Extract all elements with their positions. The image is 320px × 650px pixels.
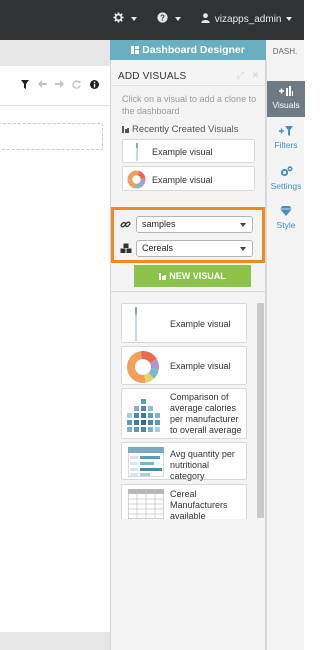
tab-filters[interactable]: Filters: [267, 126, 305, 150]
visual-card[interactable]: Example visual: [121, 303, 247, 343]
panel-controls: ⤢ ✕: [237, 70, 259, 81]
connection-select-value: samples: [142, 219, 176, 229]
svg-text:?: ?: [160, 13, 165, 22]
line-chart-thumbnail: [135, 307, 137, 341]
dash-label: DASH.: [272, 47, 298, 56]
recent-visual-card[interactable]: Example visual: [122, 166, 255, 191]
info-icon[interactable]: [90, 80, 99, 91]
panel-divider: [111, 85, 266, 86]
visual-card[interactable]: Comparison of average calories per manuf…: [121, 388, 247, 439]
donut-chart-thumbnail: [127, 170, 146, 189]
dashboard-drop-zone[interactable]: [0, 123, 103, 150]
caret-down-icon: [240, 247, 246, 251]
visual-label: Example visual: [152, 175, 213, 185]
plus-filter-icon: [267, 126, 305, 140]
refresh-icon[interactable]: [72, 80, 81, 91]
caret-down-icon: [240, 223, 246, 227]
recent-visual-card[interactable]: Example visual: [122, 139, 255, 163]
dataset-select-value: Cereals: [142, 243, 174, 253]
connection-row: samples: [120, 216, 260, 234]
side-tabs: Visuals Filters Settings Style: [266, 60, 305, 650]
canvas-top-strip: [0, 40, 110, 66]
bar-chart-icon: [159, 273, 167, 280]
dataset-row: Cereals: [120, 240, 260, 258]
visuals-scrollbar[interactable]: [257, 303, 264, 518]
visual-label: Avg quantity per nutritional category: [170, 449, 235, 481]
chevron-down-icon: [285, 17, 292, 22]
visual-label: Example visual: [170, 319, 231, 329]
user-icon: [201, 13, 213, 25]
designer-tab-label: Dashboard Designer: [142, 44, 245, 56]
filter-icon[interactable]: [21, 80, 29, 91]
line-chart-thumbnail: [136, 143, 138, 161]
panel-title: ADD VISUALS: [118, 71, 187, 82]
connection-select[interactable]: samples: [136, 216, 253, 233]
undo-icon[interactable]: [38, 80, 47, 90]
close-icon[interactable]: ✕: [251, 70, 259, 80]
username: vizapps_admin: [214, 14, 282, 25]
tab-visuals[interactable]: Visuals: [267, 81, 305, 117]
top-navbar: ? vizapps_admin: [0, 0, 304, 40]
grid-table-thumbnail: [128, 489, 164, 519]
visuals-list-divider: [111, 291, 265, 292]
dashboard-icon: [131, 46, 140, 54]
user-menu[interactable]: vizapps_admin: [201, 0, 292, 40]
plus-bar-icon: [267, 86, 305, 100]
dataset-select[interactable]: Cereals: [136, 240, 253, 257]
visual-card[interactable]: Avg quantity per nutritional category: [121, 442, 247, 481]
gears-icon: [267, 166, 305, 181]
visual-label: Example visual: [152, 147, 213, 157]
diamond-icon: [267, 206, 305, 220]
donut-chart-thumbnail: [127, 351, 159, 383]
table-chart-thumbnail: [128, 447, 164, 477]
canvas-bottom-strip: [0, 632, 110, 650]
data-source-selectors: samples Cereals: [111, 207, 265, 263]
visual-card[interactable]: Example visual: [121, 346, 247, 385]
visual-label: Cereal Manufacturers available: [170, 489, 228, 521]
dashboard-toolbar: [0, 66, 110, 106]
chevron-down-icon: [174, 17, 181, 22]
tab-label: Filters: [274, 140, 298, 150]
recent-visuals-title: Recently Created Visuals: [132, 124, 239, 135]
new-visual-label: NEW VISUAL: [169, 271, 226, 281]
question-icon: ?: [157, 12, 171, 25]
gear-icon: [113, 12, 127, 25]
visual-card[interactable]: Cereal Manufacturers available: [121, 484, 247, 524]
tab-settings[interactable]: Settings: [267, 166, 305, 191]
help-menu[interactable]: ?: [157, 0, 181, 40]
visual-label: Example visual: [170, 361, 231, 371]
expand-icon[interactable]: ⤢: [237, 70, 244, 80]
settings-menu[interactable]: [113, 0, 137, 40]
tab-label: Style: [276, 220, 296, 230]
dashboard-designer-tab[interactable]: Dashboard Designer: [110, 40, 266, 60]
bar-chart-icon: [122, 126, 129, 133]
tab-label: Settings: [270, 181, 302, 191]
redo-icon[interactable]: [55, 80, 64, 90]
tab-style[interactable]: Style: [267, 206, 305, 230]
panel-hint: Click on a visual to add a clone to the …: [122, 94, 257, 116]
side-tabs-header-bg: DASH.: [266, 40, 304, 60]
recent-visuals-heading: Recently Created Visuals: [122, 124, 239, 135]
new-visual-button[interactable]: NEW VISUAL: [134, 265, 251, 287]
cubes-icon: [120, 243, 132, 255]
visuals-list-cutoff: [111, 519, 265, 650]
visual-label: Comparison of average calories per manuf…: [170, 392, 242, 435]
link-icon: [120, 219, 132, 231]
tab-label: Visuals: [272, 100, 300, 110]
heatmap-thumbnail: [127, 399, 160, 432]
chevron-down-icon: [130, 17, 137, 22]
